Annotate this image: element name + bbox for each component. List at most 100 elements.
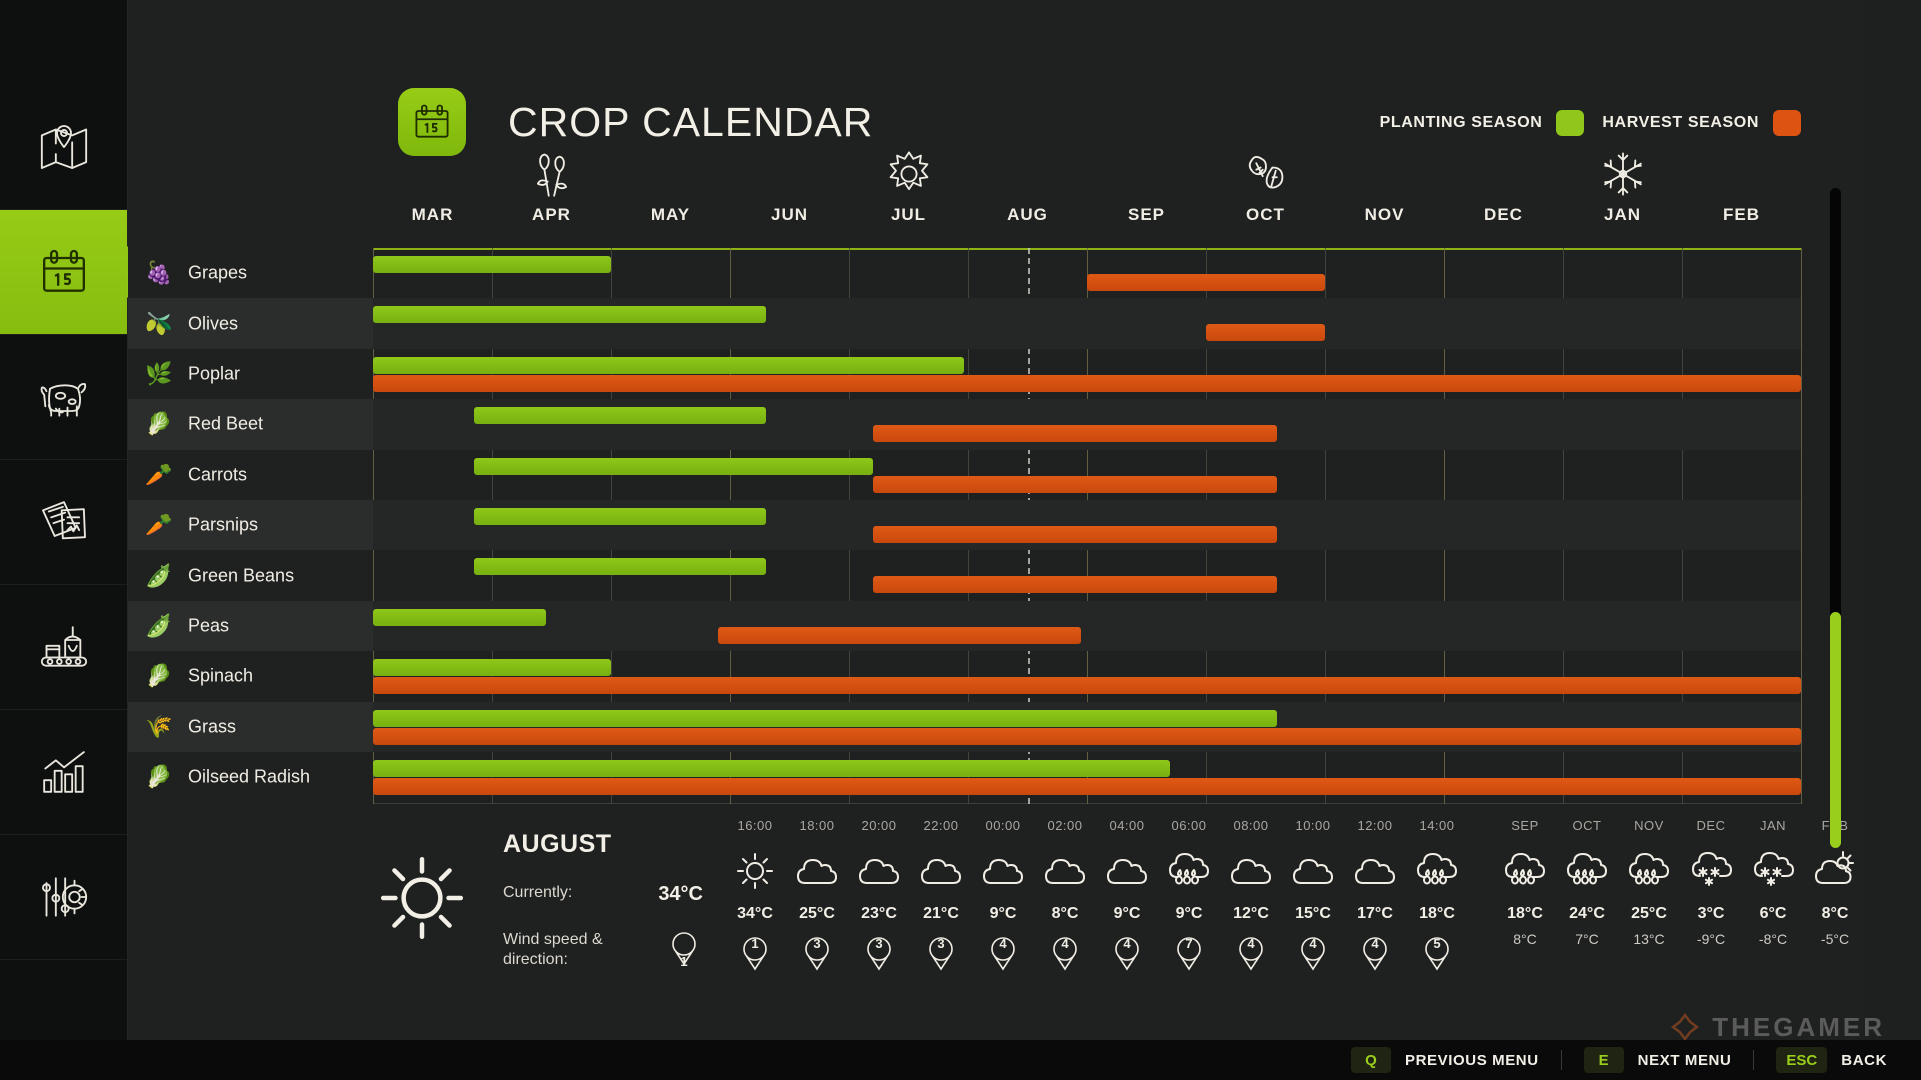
forecast-temperature: 12°C [1219,905,1283,923]
month-label-feb: FEB [1723,205,1760,225]
weather-month: AUGUST [503,830,703,859]
forecast-weather-icon [1281,843,1345,899]
forecast-weather-icon [1033,843,1097,899]
crop-icon: 🌾 [145,716,172,738]
crop-row[interactable]: 🥕Carrots [373,450,1801,500]
wind-pin-icon: 1 [669,953,699,970]
key-cap: E [1584,1047,1624,1073]
crop-row[interactable]: 🫛Green Beans [373,550,1801,600]
crop-row[interactable]: 🌿Poplar [373,349,1801,399]
sidebar-item-calendar[interactable] [0,210,127,335]
hourly-forecast-item: 10:0015°C4 [1281,818,1345,971]
month-label-may: MAY [651,205,690,225]
harvest-bar[interactable] [373,677,1801,694]
hourly-forecast-item: 04:009°C4 [1095,818,1159,971]
wind-pin-icon: 7 [1174,935,1204,971]
key-hint-back[interactable]: ESCBACK [1776,1047,1887,1073]
sidebar-item-settings[interactable] [0,835,127,960]
forecast-high-temp: 25°C [1617,905,1681,923]
sun-icon [883,148,935,200]
monthly-forecast-item: SEP18°C8°C [1493,818,1557,947]
scrollbar-thumb[interactable] [1830,612,1841,848]
wind-pin-icon: 1 [740,935,770,971]
key-hint-next-menu[interactable]: ENEXT MENU [1584,1047,1732,1073]
forecast-low-temp: 7°C [1555,931,1619,947]
watermark: THEGAMER [1668,1010,1885,1044]
planting-bar[interactable] [373,256,611,273]
hourly-forecast-item: 14:0018°C5 [1405,818,1469,971]
wind-speed-number: 1 [669,954,699,969]
planting-bar[interactable] [373,760,1170,777]
crop-row[interactable]: 🥬Spinach [373,651,1801,701]
crop-row[interactable]: 🍇Grapes [373,248,1801,298]
wind-pin-icon: 4 [1236,935,1266,971]
crop-icon: 🥕 [145,514,172,536]
forecast-temperature: 9°C [1157,905,1221,923]
flowers-icon [526,148,578,200]
harvest-bar[interactable] [873,576,1278,593]
planting-bar[interactable] [474,558,766,575]
wind-pin-icon: 4 [988,935,1018,971]
forecast-temperature: 9°C [1095,905,1159,923]
planting-bar[interactable] [373,659,611,676]
harvest-bar[interactable] [373,728,1801,745]
planting-bar[interactable] [373,357,964,374]
harvest-bar[interactable] [873,476,1278,493]
forecast-wind: 4 [1219,935,1283,971]
forecast-time: 06:00 [1157,818,1221,833]
planting-bar[interactable] [474,458,873,475]
forecast-time: 08:00 [1219,818,1283,833]
crop-row[interactable]: 🌾Grass [373,702,1801,752]
crop-icon: 🍇 [145,262,172,284]
hourly-forecast-item: 00:009°C4 [971,818,1035,971]
wind-speed-number: 7 [1174,936,1204,951]
crop-row[interactable]: 🥬Red Beet [373,399,1801,449]
harvest-bar[interactable] [373,375,1801,392]
forecast-low-temp: -8°C [1741,931,1805,947]
hourly-forecast-item: 02:008°C4 [1033,818,1097,971]
planting-bar[interactable] [373,609,546,626]
planting-bar[interactable] [474,508,766,525]
sidebar-item-contracts[interactable] [0,460,127,585]
cloud-rain-icon [1624,849,1674,893]
forecast-weather-icon [1741,843,1805,899]
sidebar-item-statistics[interactable] [0,710,127,835]
forecast-weather-icon [1617,843,1681,899]
forecast-weather-icon [1095,843,1159,899]
month-label-aug: AUG [1007,205,1048,225]
sidebar-item-map[interactable] [0,85,127,210]
crop-row[interactable]: 🫛Peas [373,601,1801,651]
bar-chart-icon [36,744,92,800]
sidebar-item-production[interactable] [0,585,127,710]
forecast-wind: 4 [971,935,1035,971]
crop-icon: 🥕 [145,464,172,486]
harvest-bar[interactable] [1087,274,1325,291]
forecast-time: 22:00 [909,818,973,833]
weather-wind-value: 1 [669,930,703,972]
forecast-weather-icon [1405,843,1469,899]
crop-row[interactable]: 🥬Oilseed Radish [373,752,1801,802]
planting-bar[interactable] [373,710,1277,727]
planting-bar[interactable] [474,407,766,424]
planting-bar[interactable] [373,306,766,323]
harvest-bar[interactable] [1206,324,1325,341]
sidebar-item-animals[interactable] [0,335,127,460]
crop-row[interactable]: 🫒Olives [373,298,1801,348]
crop-row[interactable]: 🥕Parsnips [373,500,1801,550]
harvest-bar[interactable] [373,778,1801,795]
harvest-bar[interactable] [718,627,1081,644]
wind-speed-number: 4 [1298,936,1328,951]
monthly-forecast-item: JAN6°C-8°C [1741,818,1805,947]
key-hint-previous-menu[interactable]: QPREVIOUS MENU [1351,1047,1539,1073]
harvest-bar[interactable] [873,526,1278,543]
cloud-rain-icon [1412,849,1462,893]
forecast-temperature: 18°C [1405,905,1469,923]
month-label-nov: NOV [1365,205,1405,225]
crop-icon: 🌿 [145,363,172,385]
cloud-rain-icon [1562,849,1612,893]
forecast-temperature: 23°C [847,905,911,923]
weather-currently-value: 34°C [658,883,703,906]
gantt-grid: 🍇Grapes🫒Olives🌿Poplar🥬Red Beet🥕Carrots🥕P… [373,248,1801,804]
scrollbar-track[interactable] [1830,188,1841,848]
harvest-bar[interactable] [873,425,1278,442]
